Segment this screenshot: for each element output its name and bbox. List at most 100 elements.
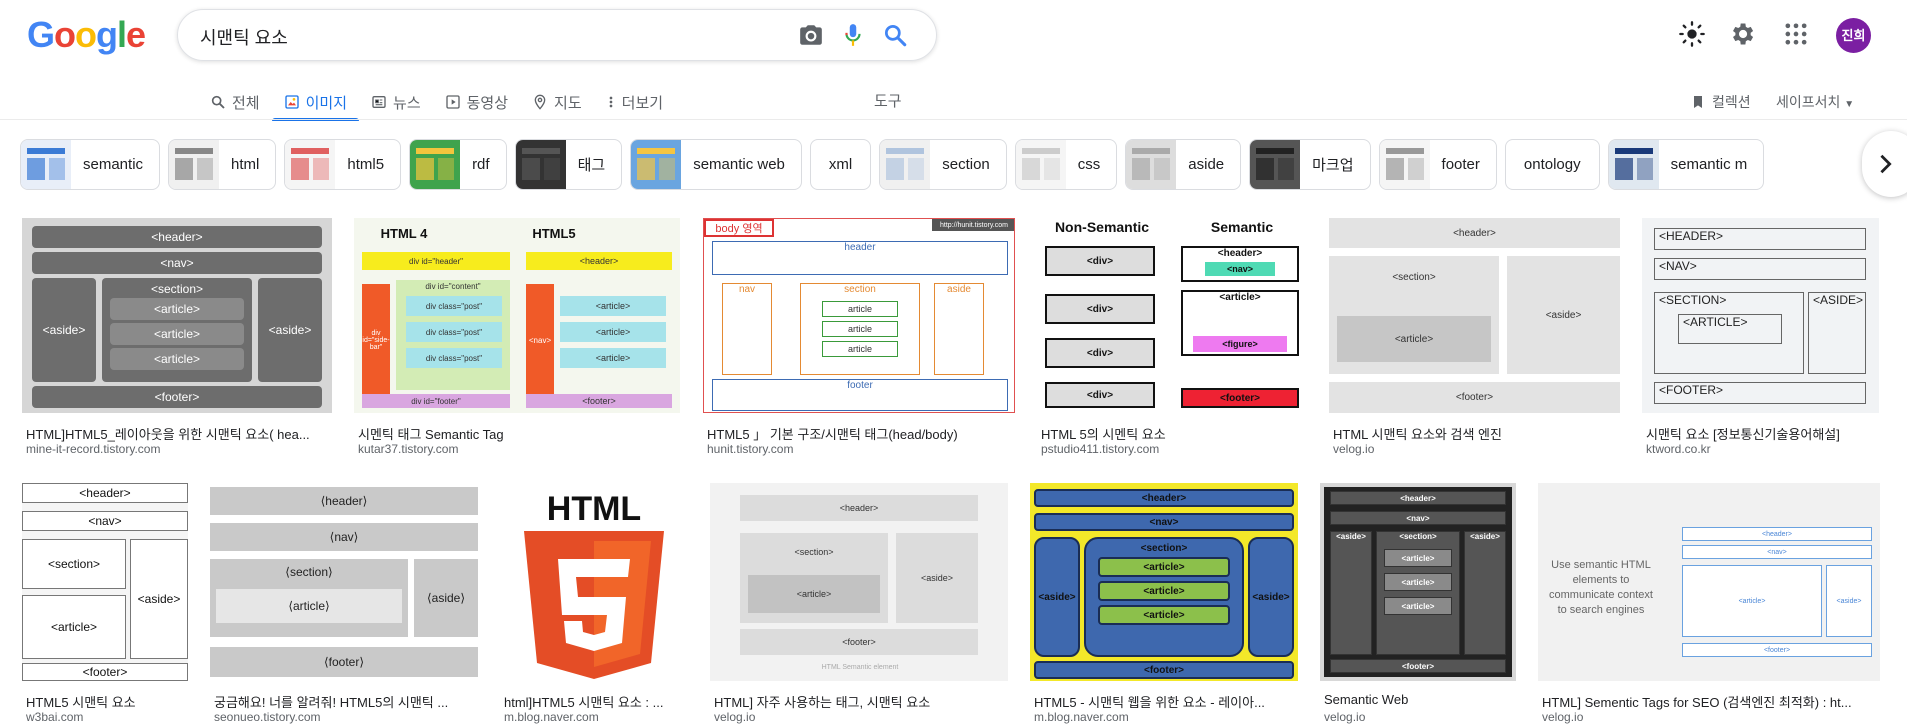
article-box: <article> <box>560 296 666 316</box>
result-thumbnail[interactable]: <HEADER> <NAV> <SECTION> <ARTICLE> <ASIDE> <F… <box>1642 218 1879 413</box>
image-result[interactable]: <header> <nav> <aside> <section> <article> <a… <box>22 218 332 458</box>
result-thumbnail[interactable]: ⟨header⟩ ⟨nav⟩ ⟨section⟩ ⟨article⟩ ⟨aside⟩ ⟨f… <box>210 483 478 681</box>
nav-box: <nav> <box>1682 545 1872 559</box>
aside-box: <aside> <box>1507 256 1620 374</box>
chip-ontology[interactable]: ontology <box>1504 139 1600 190</box>
result-domain: velog.io <box>1324 710 1366 724</box>
chip-thumbnail <box>515 140 566 189</box>
chip-thumbnail <box>1250 140 1301 189</box>
image-result[interactable]: HTML 4 HTML5 div id="header" div id="side-b… <box>354 218 680 458</box>
nav-box: <NAV> <box>1654 258 1866 280</box>
nav-box: nav <box>722 283 772 375</box>
microphone-icon[interactable] <box>840 22 866 48</box>
tab-label: 더보기 <box>621 94 664 112</box>
chip-마크업[interactable]: 마크업 <box>1249 139 1371 190</box>
header-box: <header> <box>22 483 188 503</box>
avatar[interactable]: 진희 <box>1836 18 1871 53</box>
result-thumbnail[interactable]: <header> <nav> <aside> <section> <article> <a… <box>1320 483 1516 681</box>
chip-rdf[interactable]: rdf <box>409 139 507 190</box>
image-result[interactable]: <header> <nav> <aside> <section> <article> <a… <box>1030 483 1298 726</box>
tab-maps[interactable]: 지도 <box>520 84 594 120</box>
result-thumbnail[interactable]: body 영역 http://hunit.tistory.com header nav… <box>703 218 1015 413</box>
chip-thumbnail <box>1608 140 1659 189</box>
result-thumbnail[interactable]: HTML 4 HTML5 div id="header" div id="side-b… <box>354 218 680 413</box>
image-result[interactable]: <header> <section> <article> <aside> <footer… <box>710 483 1008 726</box>
search-input[interactable]: 시맨틱 요소 <box>200 24 288 50</box>
chip-semantic-m[interactable]: semantic m <box>1607 139 1765 190</box>
result-title[interactable]: HTML 시맨틱 요소와 검색 엔진 <box>1333 424 1620 443</box>
image-result[interactable]: <HEADER> <NAV> <SECTION> <ARTICLE> <ASIDE> <F… <box>1642 218 1879 458</box>
image-result[interactable]: ⟨header⟩ ⟨nav⟩ ⟨section⟩ ⟨article⟩ ⟨aside⟩ ⟨f… <box>210 483 478 726</box>
image-result[interactable]: Use semantic HTML elements to communicat… <box>1538 483 1880 726</box>
result-title[interactable]: HTML5 」 기본 구조/시맨틱 태그(head/body) <box>707 424 1015 443</box>
apps-grid-icon[interactable] <box>1782 20 1810 48</box>
chip-html[interactable]: html <box>168 139 277 190</box>
chips-next-button[interactable] <box>1862 131 1907 197</box>
result-thumbnail[interactable]: <header> <nav> <section> <aside> <article> <f… <box>22 483 188 681</box>
image-result[interactable]: <header> <nav> <section> <aside> <article> <f… <box>22 483 188 726</box>
tab-label: 동영상 <box>466 94 509 112</box>
chip-xml[interactable]: xml <box>809 139 872 190</box>
result-title[interactable]: HTML]HTML5_레이아웃을 위한 시맨틱 요소( hea... <box>26 424 332 443</box>
chip-thumbnail <box>285 140 336 189</box>
tab-images[interactable]: 이미지 <box>271 84 360 121</box>
html5-shield-icon <box>524 531 664 679</box>
result-title[interactable]: HTML] Sementic Tags for SEO (검색엔진 최적화) :… <box>1542 692 1880 711</box>
theme-toggle-icon[interactable] <box>1678 20 1706 48</box>
chip-section[interactable]: section <box>879 139 1007 190</box>
result-title[interactable]: HTML5 - 시맨틱 웹을 위한 요소 - 레이아... <box>1034 692 1298 711</box>
result-title[interactable]: HTML5 시맨틱 요소 <box>26 692 188 711</box>
result-thumbnail[interactable]: HTML <box>500 483 688 681</box>
result-thumbnail[interactable]: <header> <section> <article> <aside> <footer… <box>1329 218 1620 413</box>
result-thumbnail[interactable]: Use semantic HTML elements to communicat… <box>1538 483 1880 681</box>
image-result[interactable]: <header> <nav> <aside> <section> <article> <a… <box>1320 483 1516 726</box>
tab-videos[interactable]: 동영상 <box>433 84 520 120</box>
nav-box: <nav> <box>1205 262 1275 276</box>
result-title[interactable]: 시멘틱 태그 Semantic Tag <box>358 424 680 443</box>
result-thumbnail[interactable]: <header> <section> <article> <aside> <footer… <box>710 483 1008 681</box>
div-header: div id="header" <box>362 252 510 270</box>
result-title[interactable]: Semantic Web <box>1324 692 1516 707</box>
safesearch-button[interactable]: 세이프서치 ▼ <box>1776 86 1854 118</box>
result-thumbnail[interactable]: <header> <nav> <aside> <section> <article> <a… <box>22 218 332 413</box>
collections-button[interactable]: 컬렉션 <box>1690 86 1751 118</box>
result-title[interactable]: 궁금해요! 너를 알려줘! HTML5의 시맨틱 ... <box>214 692 478 711</box>
gear-icon[interactable] <box>1728 20 1756 48</box>
google-logo[interactable]: Google <box>27 14 146 56</box>
chip-label: 마크업 <box>1312 157 1354 174</box>
footer-box: <footer> <box>1034 661 1294 679</box>
tab-all[interactable]: 전체 <box>198 84 272 120</box>
tab-news[interactable]: 뉴스 <box>359 84 433 120</box>
more-vert-icon <box>609 96 612 108</box>
chip-html5[interactable]: html5 <box>284 139 402 190</box>
result-title[interactable]: HTML] 자주 사용하는 태그, 시맨틱 요소 <box>714 692 1008 711</box>
chip-태그[interactable]: 태그 <box>514 139 623 190</box>
div-box: <div> <box>1045 382 1155 408</box>
article-box: <article> <box>1384 549 1452 567</box>
chip-css[interactable]: css <box>1014 139 1118 190</box>
chip-aside[interactable]: aside <box>1125 139 1242 190</box>
header-box: <header> <box>32 226 322 248</box>
image-result[interactable]: <header> <section> <article> <aside> <footer… <box>1329 218 1620 458</box>
result-title[interactable]: HTML 5의 시멘틱 요소 <box>1041 424 1307 443</box>
image-result[interactable]: HTML html]HTML5 시맨틱 요소 : ... m.blog.naver.… <box>500 483 688 726</box>
search-icon[interactable] <box>882 22 908 48</box>
search-icon <box>211 95 225 109</box>
nav-box: <nav> <box>1034 513 1294 531</box>
chip-semantic[interactable]: semantic <box>20 139 161 190</box>
tools-button[interactable]: 도구 <box>874 84 902 120</box>
camera-icon[interactable] <box>798 22 824 48</box>
chip-semantic-web[interactable]: semantic web <box>630 139 802 190</box>
image-result[interactable]: Non-Semantic Semantic <div> <div> <div> <div>… <box>1037 218 1307 458</box>
header-box: header <box>712 241 1008 275</box>
tab-more[interactable]: 더보기 <box>594 84 675 120</box>
search-box[interactable]: 시맨틱 요소 <box>177 9 937 61</box>
result-thumbnail[interactable]: Non-Semantic Semantic <div> <div> <div> <div>… <box>1037 218 1307 413</box>
image-result[interactable]: body 영역 http://hunit.tistory.com header nav… <box>703 218 1015 458</box>
result-title[interactable]: 시맨틱 요소 [정보통신기술용어해설] <box>1646 424 1879 443</box>
aside-box: aside <box>934 283 984 375</box>
chip-label: semantic <box>83 156 144 173</box>
result-thumbnail[interactable]: <header> <nav> <aside> <section> <article> <a… <box>1030 483 1298 681</box>
chip-footer[interactable]: footer <box>1378 139 1497 190</box>
result-title[interactable]: html]HTML5 시맨틱 요소 : ... <box>504 692 688 711</box>
